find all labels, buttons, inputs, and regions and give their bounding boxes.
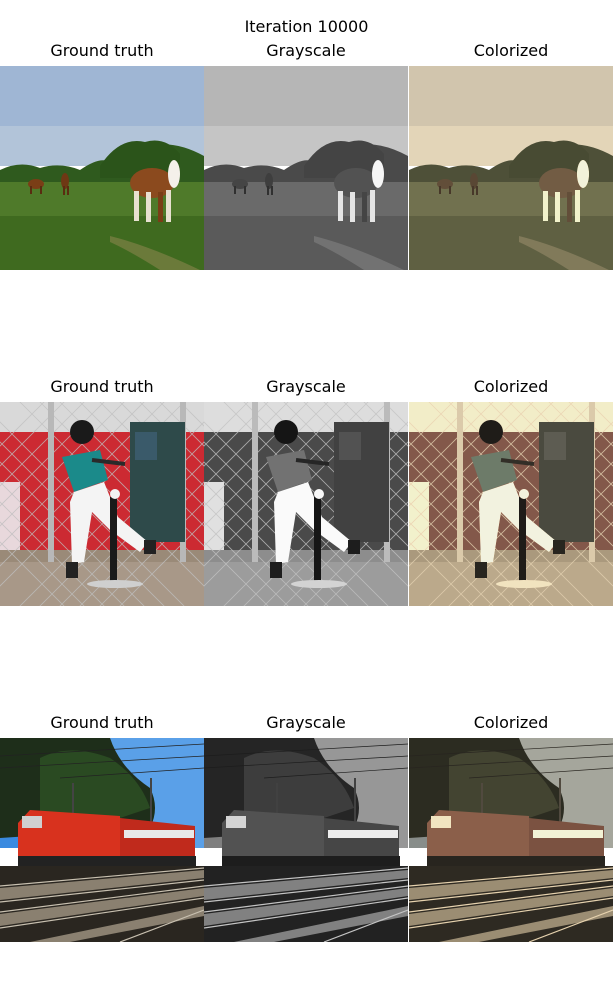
grayscale-image bbox=[204, 66, 408, 270]
row-2: Ground truth Grayscale Colorized bbox=[0, 377, 613, 617]
grayscale-image bbox=[204, 402, 408, 606]
figure-title: Iteration 10000 bbox=[244, 17, 369, 36]
colorized-image bbox=[409, 66, 613, 270]
panel-title: Grayscale bbox=[266, 713, 346, 732]
row-3: Ground truth Grayscale Colorized bbox=[0, 713, 613, 953]
ground-truth-image bbox=[0, 402, 204, 606]
panel-title: Grayscale bbox=[266, 377, 346, 396]
panel-title: Grayscale bbox=[266, 41, 346, 60]
panel-title: Ground truth bbox=[50, 41, 154, 60]
row-1: Ground truth Grayscale Colorized bbox=[0, 41, 613, 281]
panel-title: Colorized bbox=[473, 713, 549, 732]
panel-title: Colorized bbox=[473, 377, 549, 396]
ground-truth-image bbox=[0, 66, 204, 270]
ground-truth-image bbox=[0, 738, 204, 942]
panel-title: Ground truth bbox=[50, 377, 154, 396]
panel-title: Ground truth bbox=[50, 713, 154, 732]
panel-title: Colorized bbox=[473, 41, 549, 60]
colorized-image bbox=[409, 402, 613, 606]
grayscale-image bbox=[204, 738, 408, 942]
colorized-image bbox=[409, 738, 613, 942]
